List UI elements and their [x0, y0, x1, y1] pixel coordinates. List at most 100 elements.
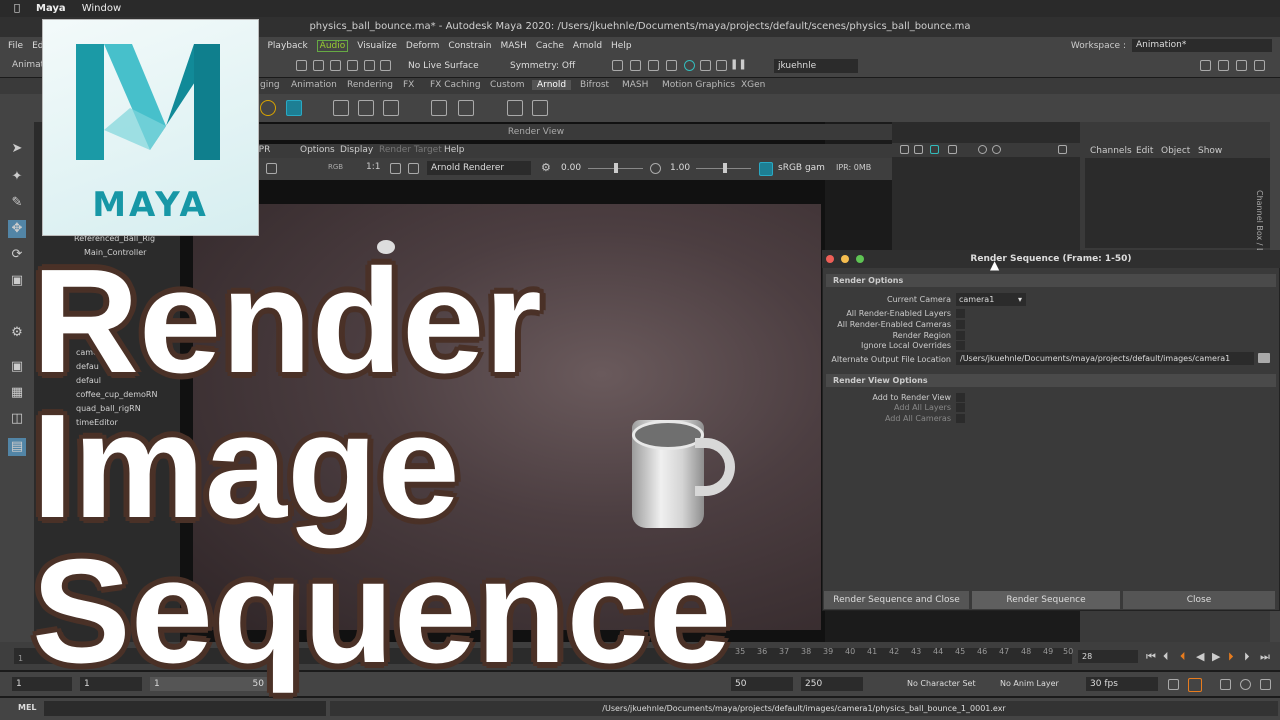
settings-icon[interactable]	[1260, 679, 1271, 690]
cb-menu-edit[interactable]: Edit	[1136, 146, 1153, 156]
menu-visualize[interactable]: Visualize	[357, 41, 397, 51]
isolate-icon[interactable]	[1058, 145, 1067, 154]
render-region-checkbox[interactable]	[956, 331, 965, 340]
render-icon[interactable]	[266, 163, 277, 174]
modeling-toolkit-icon[interactable]	[1200, 60, 1211, 71]
layout-single-icon[interactable]: ▣	[8, 358, 26, 376]
rv-menu-display[interactable]: Display	[340, 145, 373, 155]
go-to-start-icon[interactable]: ⏮	[1146, 650, 1156, 664]
alt-output-field[interactable]: /Users/jkuehnle/Documents/maya/projects/…	[956, 352, 1254, 365]
next-key-icon[interactable]: ⏵	[1228, 650, 1234, 664]
arnold-standin-icon[interactable]	[286, 100, 302, 116]
maximize-dot-icon[interactable]	[856, 255, 864, 263]
rv-menu-render-target[interactable]: Render Target	[379, 145, 442, 155]
close-dot-icon[interactable]	[826, 255, 834, 263]
character-set-dropdown[interactable]: No Character Set	[907, 679, 976, 688]
snap-grid-icon[interactable]	[296, 60, 307, 71]
add-to-rv-checkbox[interactable]	[956, 393, 965, 402]
rv-menu-help[interactable]: Help	[444, 145, 465, 155]
menu-constrain[interactable]: Constrain	[448, 41, 491, 51]
tab-rendering[interactable]: Rendering	[347, 80, 393, 90]
tab-fx[interactable]: FX	[403, 80, 414, 90]
rgb-icon[interactable]: RGB	[328, 163, 343, 171]
tab-custom[interactable]: Custom	[490, 80, 524, 90]
add-all-cameras-checkbox[interactable]	[956, 414, 965, 423]
tab-bifrost[interactable]: Bifrost	[580, 80, 609, 90]
move-tool-icon[interactable]: ✥	[8, 220, 26, 238]
prefs-icon[interactable]	[1240, 679, 1251, 690]
lasso-tool-icon[interactable]: ✦	[8, 168, 26, 186]
render-settings-icon[interactable]	[648, 60, 659, 71]
tab-animation[interactable]: Animation	[291, 80, 337, 90]
wireframe-icon[interactable]	[914, 145, 923, 154]
layout-four-icon[interactable]: ▦	[8, 384, 26, 402]
tab-rigging[interactable]: ging	[260, 80, 280, 90]
current-frame-field[interactable]: 28	[1078, 650, 1138, 663]
play-back-icon[interactable]: ◀	[1196, 650, 1204, 663]
loop-icon[interactable]	[1168, 679, 1179, 690]
live-surface-label[interactable]: No Live Surface	[408, 61, 479, 71]
arnold-render-icon[interactable]	[716, 60, 727, 71]
symmetry-label[interactable]: Symmetry: Off	[510, 61, 575, 71]
pause-icon[interactable]: ❚❚	[730, 59, 747, 70]
flush-background-icon[interactable]	[431, 100, 447, 116]
light-editor-icon[interactable]	[700, 60, 711, 71]
workspace-dropdown[interactable]: Animation*	[1132, 39, 1272, 52]
anim-layer-dropdown[interactable]: No Anim Layer	[1000, 679, 1059, 688]
flush-texture-icon[interactable]	[383, 100, 399, 116]
menu-arnold[interactable]: Arnold	[573, 41, 602, 51]
minimize-dot-icon[interactable]	[841, 255, 849, 263]
mel-label[interactable]: MEL	[18, 703, 37, 712]
step-forward-icon[interactable]: ⏵	[1244, 650, 1250, 664]
ignore-overrides-checkbox[interactable]	[956, 341, 965, 350]
snap-surface-icon[interactable]	[364, 60, 375, 71]
section-render-view-options[interactable]: Render View Options	[826, 374, 1276, 387]
menu-file[interactable]: File	[8, 41, 23, 51]
layout-two-icon[interactable]: ◫	[8, 410, 26, 428]
gamma-value[interactable]: 1.00	[670, 163, 690, 173]
fps-dropdown[interactable]: 30 fps	[1086, 677, 1158, 691]
soft-mod-icon[interactable]: ⚙	[8, 324, 26, 342]
menu-help[interactable]: Help	[611, 41, 632, 51]
hypershade-icon[interactable]	[666, 60, 677, 71]
user-dropdown[interactable]: jkuehnle	[774, 59, 858, 73]
flush-quad-icon[interactable]	[458, 100, 474, 116]
tab-arnold[interactable]: Arnold	[532, 80, 572, 90]
snap-curve-icon[interactable]	[313, 60, 324, 71]
gamma-slider-handle[interactable]	[723, 163, 727, 173]
attribute-editor-icon[interactable]	[1218, 60, 1229, 71]
grid-icon[interactable]	[900, 145, 909, 154]
exposure-value[interactable]: 0.00	[561, 163, 581, 173]
menu-mash[interactable]: MASH	[501, 41, 527, 51]
menu-cache[interactable]: Cache	[536, 41, 564, 51]
paint-select-icon[interactable]: ✎	[8, 194, 26, 212]
menu-playback[interactable]: Playback	[268, 41, 308, 51]
section-render-options[interactable]: Render Options	[826, 274, 1276, 287]
render-ipr-icon[interactable]	[630, 60, 641, 71]
app-menu[interactable]: Maya	[36, 3, 66, 14]
cb-menu-channels[interactable]: Channels	[1090, 146, 1132, 156]
layout-outliner-icon[interactable]: ▤	[8, 438, 26, 456]
flush-cache-icon[interactable]	[333, 100, 349, 116]
play-render-icon[interactable]	[532, 100, 548, 116]
step-back-icon[interactable]: ⏴	[1163, 650, 1169, 664]
scale-tool-icon[interactable]: ▣	[8, 272, 26, 290]
render-frame-icon[interactable]	[612, 60, 623, 71]
command-input[interactable]	[44, 701, 326, 716]
exposure-slider-handle[interactable]	[614, 163, 618, 173]
tab-fx-caching[interactable]: FX Caching	[430, 80, 481, 90]
lights-icon[interactable]	[948, 145, 957, 154]
cb-menu-object[interactable]: Object	[1161, 146, 1190, 156]
shaded-icon[interactable]	[930, 145, 939, 154]
rotate-tool-icon[interactable]: ⟳	[8, 246, 26, 264]
all-layers-checkbox[interactable]	[956, 309, 965, 318]
auto-key-icon[interactable]	[1188, 678, 1202, 692]
snap-view-icon[interactable]	[347, 60, 358, 71]
menu-audio[interactable]: Audio	[316, 40, 349, 52]
render-sequence-button[interactable]: Render Sequence	[972, 591, 1120, 609]
render-view-icon[interactable]	[507, 100, 523, 116]
go-to-end-icon[interactable]: ⏭	[1260, 650, 1270, 664]
prev-key-icon[interactable]: ⏴	[1180, 650, 1186, 664]
play-forward-icon[interactable]: ▶	[1212, 650, 1220, 663]
snap-point-icon[interactable]	[330, 60, 341, 71]
